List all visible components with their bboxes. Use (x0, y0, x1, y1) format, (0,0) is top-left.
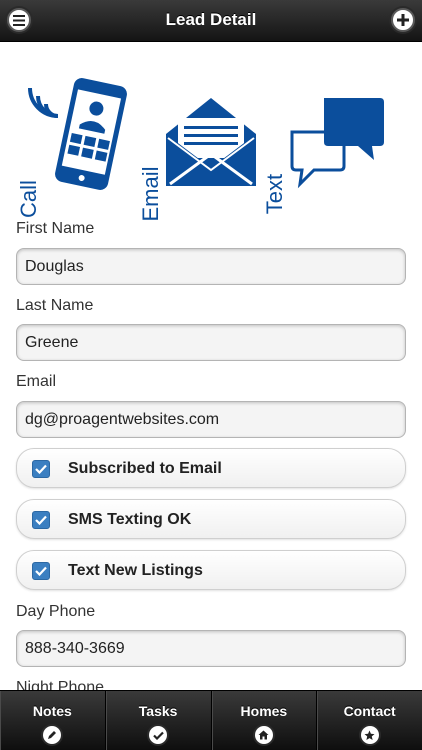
call-action[interactable]: Call (16, 78, 136, 238)
tab-label: Notes (32, 703, 72, 719)
chat-bubbles-icon (290, 98, 384, 189)
email-input[interactable] (16, 401, 406, 438)
tab-label: Tasks (138, 703, 178, 719)
night-phone-label: Night Phone (16, 679, 105, 690)
tab-homes[interactable]: Homes (212, 691, 318, 750)
checkbox-label: SMS Texting OK (68, 511, 192, 528)
page-title: Lead Detail (165, 10, 257, 29)
star-icon (360, 726, 379, 744)
sms-texting-checkbox[interactable]: SMS Texting OK (16, 499, 406, 539)
envelope-icon (166, 98, 256, 186)
header-bar: Lead Detail (0, 0, 422, 42)
email-field-label: Email (16, 373, 57, 390)
checkbox-checked (32, 511, 50, 529)
tab-contact[interactable]: Contact (317, 691, 422, 750)
day-phone-input[interactable] (16, 630, 406, 667)
first-name-input[interactable] (16, 248, 406, 285)
footer-tab-bar: Notes Tasks Homes Contact (0, 690, 422, 750)
checkmark-icon (35, 464, 47, 474)
tab-notes[interactable]: Notes (0, 691, 106, 750)
checkbox-checked (32, 562, 50, 580)
text-label: Text (262, 173, 287, 215)
checkbox-checked (32, 460, 50, 478)
subscribed-email-checkbox[interactable]: Subscribed to Email (16, 448, 406, 488)
checkmark-icon (35, 515, 47, 525)
email-action[interactable]: Email (138, 88, 258, 238)
phone-icon (55, 78, 127, 190)
text-action[interactable]: Text (262, 88, 386, 238)
pencil-icon (43, 726, 62, 744)
last-name-input[interactable] (16, 324, 406, 361)
home-icon (254, 726, 273, 744)
last-name-label: Last Name (16, 297, 94, 314)
tab-tasks[interactable]: Tasks (106, 691, 212, 750)
email-label: Email (138, 166, 163, 222)
plus-icon (397, 14, 409, 26)
day-phone-label: Day Phone (16, 603, 96, 620)
tab-label: Contact (343, 703, 396, 719)
text-new-listings-checkbox[interactable]: Text New Listings (16, 550, 406, 590)
checkmark-icon (35, 566, 47, 576)
first-name-label: First Name (16, 220, 95, 237)
contact-methods: Call Email Text (16, 78, 386, 238)
tab-label: Homes (240, 703, 288, 719)
add-button[interactable] (391, 8, 415, 32)
checkbox-label: Subscribed to Email (68, 460, 222, 477)
content-area: Call Email Text First Name Douglas Last … (0, 43, 422, 690)
checkbox-label: Text New Listings (68, 562, 203, 579)
check-icon (149, 726, 168, 744)
